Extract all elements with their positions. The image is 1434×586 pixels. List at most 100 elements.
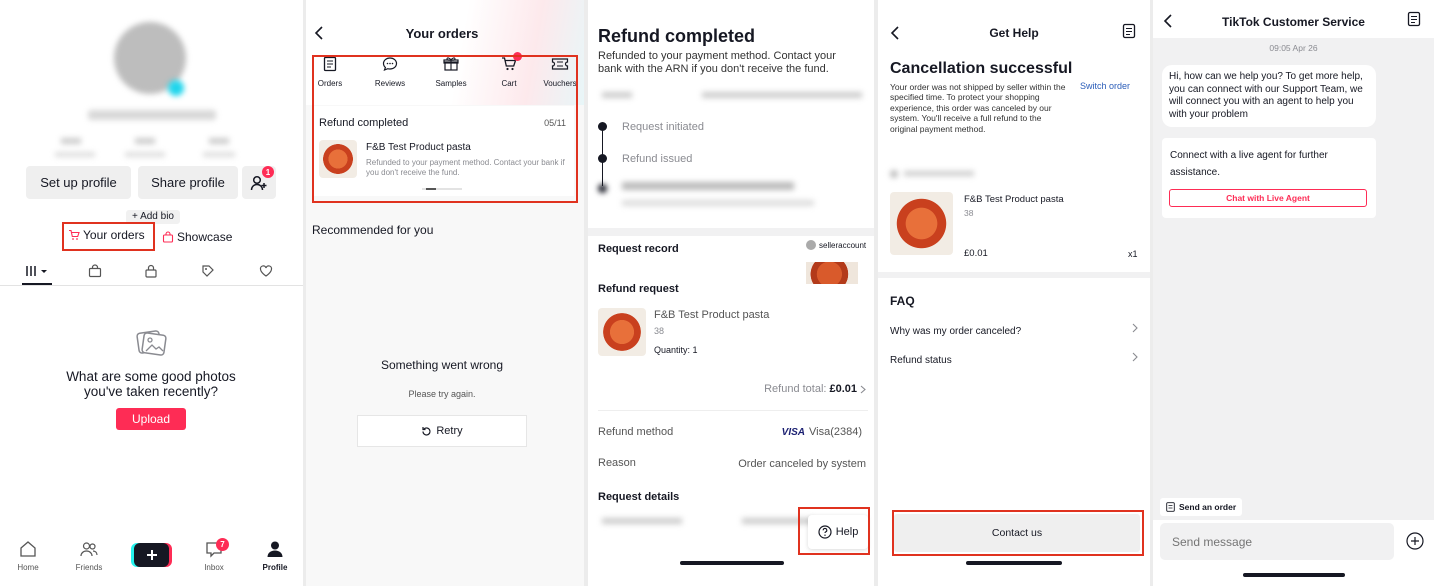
- seller-name: selleraccount: [819, 240, 867, 250]
- refund-total-label: Refund total:: [764, 383, 827, 395]
- refund-request-heading: Refund request: [598, 283, 679, 295]
- friends-icon: [80, 542, 98, 557]
- highlight-contact-us: [892, 510, 1144, 556]
- highlight-help: [798, 507, 870, 555]
- highlight-orders-section: [312, 55, 578, 203]
- chevron-right-icon: [1132, 352, 1138, 362]
- showcase-link[interactable]: Showcase: [162, 230, 232, 244]
- product-quantity: Quantity: 1: [654, 345, 698, 355]
- message-bubble: Hi, how can we help you? To get more hel…: [1162, 65, 1376, 127]
- refund-title: Refund completed: [598, 26, 756, 46]
- create-button[interactable]: [134, 543, 169, 567]
- bag-icon: [88, 264, 102, 278]
- grid-icon: [26, 266, 47, 276]
- seller-row: [890, 170, 980, 178]
- nav-home[interactable]: Home: [14, 540, 42, 572]
- tab-private[interactable]: [140, 260, 162, 282]
- faq-question: Why was my order canceled?: [890, 326, 1022, 337]
- home-indicator: [680, 561, 784, 565]
- refund-total-row[interactable]: Refund total: £0.01: [764, 383, 866, 395]
- friend-badge: 1: [262, 166, 274, 178]
- get-help-screen: Get Help Cancellation successful Switch …: [878, 0, 1150, 586]
- tab-shop[interactable]: [84, 260, 106, 282]
- arn-row: [602, 92, 866, 100]
- tab-videos[interactable]: [22, 260, 54, 282]
- nav-friends[interactable]: Friends: [74, 540, 104, 572]
- profile-screen: Set up profile Share profile 1 + Add bio…: [0, 0, 303, 586]
- faq-item[interactable]: Why was my order canceled?: [890, 321, 1140, 337]
- add-attachment-button[interactable]: [1405, 531, 1425, 551]
- product-price: £0.01: [964, 248, 988, 259]
- document-icon[interactable]: [1405, 10, 1423, 28]
- nav-inbox-label: Inbox: [204, 563, 224, 572]
- setup-profile-button[interactable]: Set up profile: [26, 166, 131, 199]
- chat-live-agent-button[interactable]: Chat with Live Agent: [1169, 189, 1367, 207]
- live-agent-text: Connect with a live agent for further as…: [1170, 150, 1328, 178]
- nav-profile[interactable]: Profile: [260, 540, 290, 572]
- record-thumbnail: [806, 262, 858, 284]
- order-icon: [1166, 502, 1175, 512]
- username: [88, 110, 216, 120]
- product-name: F&B Test Product pasta: [964, 194, 1064, 205]
- send-order-label: Send an order: [1179, 502, 1237, 512]
- home-icon: [20, 541, 36, 557]
- plus-circle-icon: [1406, 532, 1424, 550]
- profile-icon: [267, 541, 283, 557]
- product-thumbnail: [890, 192, 953, 255]
- tab-liked[interactable]: [255, 260, 277, 282]
- error-title: Something went wrong: [380, 358, 504, 372]
- step-issued: Refund issued: [622, 153, 693, 165]
- live-agent-card: Connect with a live agent for further as…: [1162, 138, 1376, 218]
- refund-timeline: Request initiated Refund issued: [598, 118, 868, 218]
- retry-icon: [422, 426, 431, 436]
- send-order-chip[interactable]: Send an order: [1160, 498, 1243, 516]
- error-subtitle: Please try again.: [408, 389, 476, 399]
- seller-chip: selleraccount: [806, 240, 866, 250]
- request-details-heading: Request details: [598, 491, 680, 503]
- page-title: Get Help: [989, 26, 1039, 40]
- nav-home-label: Home: [17, 563, 39, 572]
- product-thumbnail: [598, 308, 646, 356]
- empty-state-title: What are some good photos you've taken r…: [66, 369, 236, 399]
- heart-icon: [259, 265, 273, 277]
- customer-service-chat: TikTok Customer Service 09:05 Apr 26 Hi,…: [1153, 0, 1434, 586]
- retry-label: Retry: [436, 425, 463, 437]
- switch-order-link[interactable]: Switch order: [1080, 81, 1130, 91]
- cancellation-body: Your order was not shipped by seller wit…: [890, 82, 1066, 134]
- product-quantity: x1: [1128, 249, 1138, 259]
- product-variant: 38: [654, 326, 665, 336]
- refund-method-label: Refund method: [598, 426, 674, 438]
- page-title: Your orders: [405, 26, 479, 41]
- showcase-label: Showcase: [177, 230, 233, 244]
- refund-method-value: VISA Visa(2384): [782, 426, 862, 438]
- card-number: Visa(2384): [809, 426, 862, 438]
- share-profile-button[interactable]: Share profile: [138, 166, 238, 199]
- lock-icon: [145, 264, 157, 278]
- document-icon[interactable]: [1120, 22, 1138, 40]
- chat-title: TikTok Customer Service: [1222, 15, 1365, 29]
- refund-subtitle: Refunded to your payment method. Contact…: [598, 50, 836, 75]
- nav-profile-label: Profile: [262, 563, 288, 572]
- product-variant: 38: [964, 208, 974, 218]
- request-record[interactable]: Request record: [598, 243, 679, 255]
- tag-icon: [202, 265, 214, 277]
- recommended-heading: Recommended for you: [312, 223, 434, 237]
- message-input[interactable]: [1160, 523, 1394, 560]
- home-indicator: [1243, 573, 1345, 577]
- step-initiated: Request initiated: [622, 121, 704, 133]
- faq-question: Refund status: [890, 355, 952, 366]
- refund-detail-screen: Refund completed Refunded to your paymen…: [588, 0, 874, 586]
- request-number: [602, 518, 822, 524]
- tab-reposts[interactable]: [197, 260, 219, 282]
- reason-value: Order canceled by system: [738, 458, 866, 470]
- retry-button[interactable]: Retry: [357, 415, 527, 447]
- bottom-nav: Home Friends Inbox 7 Profile: [0, 538, 303, 586]
- chat-timestamp: 09:05 Apr 26: [1269, 43, 1318, 53]
- faq-item[interactable]: Refund status: [890, 350, 1140, 366]
- photos-placeholder-icon: [132, 324, 170, 360]
- visa-logo: VISA: [781, 426, 805, 438]
- reason-label: Reason: [598, 457, 636, 469]
- chevron-right-icon: [1132, 323, 1138, 333]
- upload-button[interactable]: Upload: [116, 408, 186, 430]
- profile-tabs: [0, 258, 303, 286]
